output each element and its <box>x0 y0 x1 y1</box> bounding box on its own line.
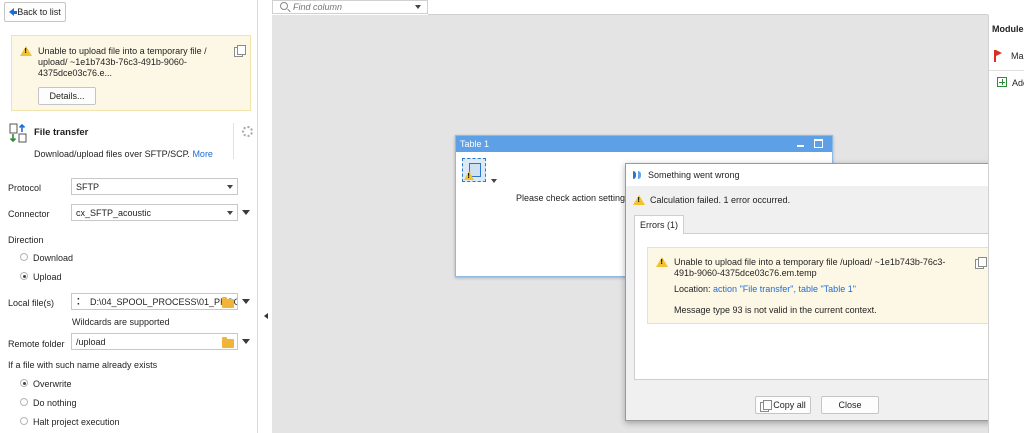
action-node[interactable] <box>462 158 486 182</box>
location-label: Location: <box>674 284 711 294</box>
warning-icon <box>633 195 645 205</box>
tab-errors[interactable]: Errors (1) <box>634 215 684 234</box>
toolbar-strip <box>428 0 988 15</box>
file-transfer-icon <box>9 123 27 143</box>
search-icon <box>280 2 288 10</box>
more-link[interactable]: More <box>192 149 213 159</box>
remote-folder-input[interactable]: /upload <box>71 333 238 350</box>
local-files-label: Local file(s) <box>8 298 55 308</box>
errors-panel: Unable to upload file into a temporary f… <box>634 233 1000 380</box>
connector-select[interactable]: cx_SFTP_acoustic <box>71 204 238 221</box>
local-files-input[interactable]: · · D:\04_SPOOL_PROCESS\01_PROC <box>71 293 238 310</box>
dialog-title: Something went wrong <box>648 170 740 180</box>
find-column-input[interactable] <box>293 1 413 13</box>
warning-banner: Unable to upload file into a temporary f… <box>11 35 251 111</box>
back-to-list-button[interactable]: Back to list <box>4 2 66 22</box>
warning-icon <box>20 46 32 56</box>
folder-icon[interactable] <box>222 297 234 308</box>
modules-title: Modules <box>992 24 1024 34</box>
collapse-panel-icon[interactable] <box>264 313 268 319</box>
table-message: Please check action settings <box>516 193 630 203</box>
radio-halt[interactable] <box>20 417 28 425</box>
chevron-down-icon <box>227 185 233 189</box>
table-title: Table 1 <box>460 139 490 149</box>
dialog-titlebar[interactable]: Something went wrong ✕ <box>626 164 1009 186</box>
protocol-label: Protocol <box>8 183 42 193</box>
close-button[interactable]: Close <box>821 396 879 414</box>
divider <box>233 123 234 159</box>
error-text: Unable to upload file into a temporary f… <box>674 257 946 278</box>
chevron-down-icon[interactable] <box>415 5 421 9</box>
folder-icon[interactable] <box>222 337 234 348</box>
maximize-icon[interactable] <box>814 139 823 148</box>
minimize-icon[interactable] <box>796 139 805 148</box>
warning-icon <box>656 257 668 267</box>
local-files-menu-icon[interactable] <box>242 299 250 304</box>
direction-label: Direction <box>8 235 44 245</box>
table-titlebar[interactable]: Table 1 <box>456 136 832 152</box>
find-column-bar[interactable] <box>272 0 428 14</box>
copy-all-label: Copy all <box>773 400 806 410</box>
arrow-left-icon <box>9 8 18 16</box>
copy-all-button[interactable]: Copy all <box>755 396 811 414</box>
radio-halt-label: Halt project execution <box>33 417 120 427</box>
connector-value: cx_SFTP_acoustic <box>76 207 152 218</box>
action-description-text: Download/upload files over SFTP/SCP. <box>34 149 190 159</box>
dialog-summary: Calculation failed. 1 error occurred. <box>650 195 791 205</box>
remote-folder-menu-icon[interactable] <box>242 339 250 344</box>
error-dialog: Something went wrong ✕ Calculation faile… <box>625 163 1010 421</box>
existing-file-label: If a file with such name already exists <box>8 360 158 370</box>
settings-panel: Back to list Unable to upload file into … <box>0 0 258 433</box>
gear-icon[interactable] <box>242 126 253 137</box>
error-item: Unable to upload file into a temporary f… <box>647 247 991 324</box>
back-to-list-label: Back to list <box>17 7 61 17</box>
radio-do-nothing-label: Do nothing <box>33 398 77 408</box>
copy-icon <box>760 399 773 412</box>
location-link[interactable]: action "File transfer", table "Table 1" <box>713 284 856 294</box>
radio-upload-label: Upload <box>33 272 62 282</box>
chevron-down-icon[interactable] <box>491 179 497 183</box>
remote-folder-label: Remote folder <box>8 339 65 349</box>
radio-overwrite-label: Overwrite <box>33 379 72 389</box>
app-logo-icon <box>633 171 643 179</box>
wildcards-hint: Wildcards are supported <box>72 317 170 327</box>
connector-label: Connector <box>8 209 50 219</box>
chevron-down-icon <box>227 211 233 215</box>
error-location: Location: action "File transfer", table … <box>674 284 856 294</box>
action-description: Download/upload files over SFTP/SCP. Mor… <box>34 149 213 159</box>
protocol-value: SFTP <box>76 181 100 192</box>
radio-overwrite[interactable] <box>20 379 28 387</box>
drag-handle-icon[interactable]: · · <box>77 295 80 310</box>
warning-text: Unable to upload file into a temporary f… <box>38 46 207 78</box>
action-title: File transfer <box>34 127 89 138</box>
module-item-add[interactable]: Add <box>1012 78 1024 88</box>
details-button[interactable]: Details... <box>38 87 96 105</box>
module-item-main[interactable]: Main <box>1011 51 1024 61</box>
radio-upload[interactable] <box>20 272 28 280</box>
error-detail: Message type 93 is not valid in the curr… <box>674 305 877 315</box>
radio-do-nothing[interactable] <box>20 398 28 406</box>
flag-icon <box>994 50 1002 62</box>
warning-icon <box>464 171 474 180</box>
protocol-select[interactable]: SFTP <box>71 178 238 195</box>
radio-download[interactable] <box>20 253 28 261</box>
radio-download-label: Download <box>33 253 74 263</box>
local-files-value: D:\04_SPOOL_PROCESS\01_PROC <box>90 296 238 307</box>
copy-icon[interactable] <box>234 45 246 57</box>
divider <box>989 70 1024 71</box>
copy-icon[interactable] <box>975 257 987 269</box>
add-icon[interactable] <box>997 77 1007 87</box>
modules-panel: Modules Main Add <box>988 15 1024 433</box>
connector-menu-icon[interactable] <box>242 210 250 215</box>
remote-folder-value: /upload <box>76 336 106 347</box>
